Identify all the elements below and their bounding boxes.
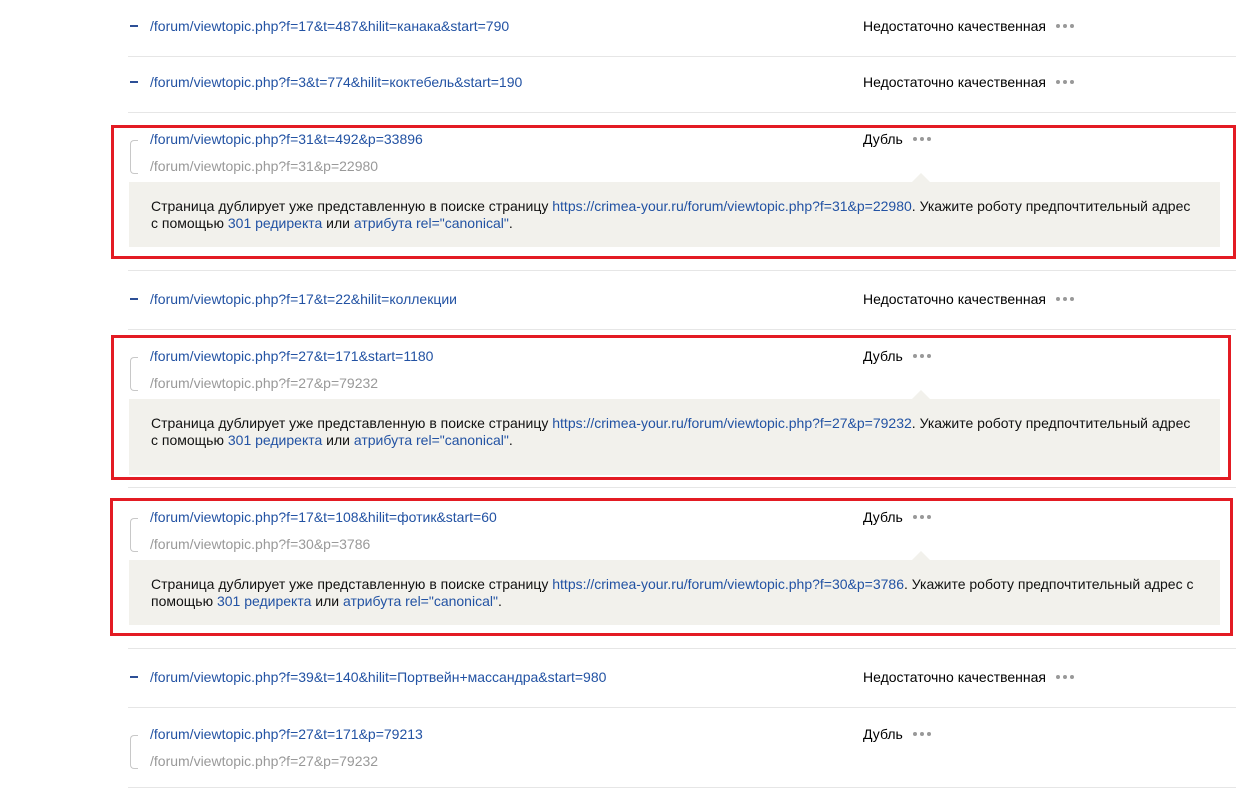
status-text: Недостаточно качественная (863, 291, 1047, 307)
hint-text: . (497, 593, 502, 609)
status-label: Дубль (863, 348, 931, 364)
hint-text: Страница дублирует уже представленную в … (151, 576, 553, 592)
canonical-help-link[interactable]: атрибута rel="canonical" (354, 215, 509, 231)
hint-text: . (508, 215, 513, 231)
minus-icon[interactable] (130, 81, 138, 83)
minus-icon[interactable] (130, 676, 138, 678)
status-text: Недостаточно качественная (863, 18, 1047, 34)
more-dots-icon[interactable] (1056, 21, 1075, 31)
duplicate-hint-box: Страница дублирует уже представленную в … (129, 173, 1220, 247)
duplicate-hint-box: Страница дублирует уже представленную в … (129, 551, 1220, 625)
page-url-link[interactable]: /forum/viewtopic.php?f=27&t=171&p=79213 (150, 726, 423, 742)
more-dots-icon[interactable] (912, 351, 931, 361)
bracket-icon (130, 735, 138, 769)
hint-caret (912, 173, 930, 182)
page-url-link[interactable]: /forum/viewtopic.php?f=17&t=108&hilit=фо… (150, 509, 497, 525)
redirect-help-link[interactable]: 301 редиректа (217, 593, 311, 609)
page-url-link[interactable]: /forum/viewtopic.php?f=17&t=22&hilit=кол… (150, 291, 457, 307)
status-text: Недостаточно качественная (863, 74, 1047, 90)
bracket-icon (130, 518, 138, 552)
more-dots-icon[interactable] (912, 512, 931, 522)
canonical-page-link[interactable]: https://crimea-your.ru/forum/viewtopic.p… (552, 198, 912, 214)
status-label: Дубль (863, 131, 931, 147)
hint-text: или (311, 593, 343, 609)
status-label: Недостаточно качественная (863, 74, 1075, 90)
original-url: /forum/viewtopic.php?f=27&p=79232 (150, 753, 379, 769)
more-dots-icon[interactable] (1056, 672, 1075, 682)
redirect-help-link[interactable]: 301 редиректа (228, 215, 322, 231)
duplicate-list-item: /forum/viewtopic.php?f=27&t=171&p=79213 … (128, 721, 1236, 788)
status-label: Недостаточно качественная (863, 291, 1075, 307)
hint-text: . (508, 432, 513, 448)
original-url: /forum/viewtopic.php?f=31&p=22980 (150, 158, 379, 174)
minus-icon[interactable] (130, 25, 138, 27)
hint-caret (912, 551, 930, 560)
bracket-icon (130, 357, 138, 391)
status-label: Недостаточно качественная (863, 18, 1075, 34)
canonical-page-link[interactable]: https://crimea-your.ru/forum/viewtopic.p… (552, 415, 912, 431)
canonical-help-link[interactable]: атрибута rel="canonical" (343, 593, 498, 609)
duplicate-list-item: /forum/viewtopic.php?f=17&t=108&hilit=фо… (128, 504, 1236, 649)
list-item: /forum/viewtopic.php?f=39&t=140&hilit=По… (128, 651, 1236, 708)
status-text: Дубль (863, 509, 903, 525)
page-url-link[interactable]: /forum/viewtopic.php?f=27&t=171&start=11… (150, 348, 433, 364)
more-dots-icon[interactable] (912, 729, 931, 739)
original-url: /forum/viewtopic.php?f=27&p=79232 (150, 375, 379, 391)
duplicate-hint-box: Страница дублирует уже представленную в … (129, 390, 1220, 475)
more-dots-icon[interactable] (1056, 77, 1075, 87)
status-label: Дубль (863, 509, 931, 525)
hint-caret (912, 390, 930, 399)
canonical-page-link[interactable]: https://crimea-your.ru/forum/viewtopic.p… (552, 576, 904, 592)
original-url: /forum/viewtopic.php?f=30&p=3786 (150, 536, 371, 552)
status-text: Дубль (863, 348, 903, 364)
minus-icon[interactable] (130, 298, 138, 300)
list-item: /forum/viewtopic.php?f=3&t=774&hilit=кок… (128, 56, 1236, 113)
redirect-help-link[interactable]: 301 редиректа (228, 432, 322, 448)
canonical-help-link[interactable]: атрибута rel="canonical" (354, 432, 509, 448)
list-item: /forum/viewtopic.php?f=17&t=487&hilit=ка… (128, 0, 1236, 57)
status-text: Дубль (863, 726, 903, 742)
page-url-link[interactable]: /forum/viewtopic.php?f=17&t=487&hilit=ка… (150, 18, 509, 34)
hint-text: или (322, 215, 354, 231)
status-label: Недостаточно качественная (863, 669, 1075, 685)
page-url-link[interactable]: /forum/viewtopic.php?f=39&t=140&hilit=По… (150, 669, 606, 685)
hint-text: или (322, 432, 354, 448)
page-url-link[interactable]: /forum/viewtopic.php?f=31&t=492&p=33896 (150, 131, 423, 147)
excluded-pages-list: /forum/viewtopic.php?f=17&t=487&hilit=ка… (0, 0, 1239, 800)
more-dots-icon[interactable] (1056, 294, 1075, 304)
more-dots-icon[interactable] (912, 134, 931, 144)
status-text: Недостаточно качественная (863, 669, 1047, 685)
hint-text: Страница дублирует уже представленную в … (151, 415, 553, 431)
duplicate-list-item: /forum/viewtopic.php?f=27&t=171&start=11… (128, 343, 1236, 488)
status-label: Дубль (863, 726, 931, 742)
status-text: Дубль (863, 131, 903, 147)
list-item: /forum/viewtopic.php?f=17&t=22&hilit=кол… (128, 273, 1236, 330)
duplicate-list-item: /forum/viewtopic.php?f=31&t=492&p=33896 … (128, 126, 1236, 271)
page-url-link[interactable]: /forum/viewtopic.php?f=3&t=774&hilit=кок… (150, 74, 522, 90)
bracket-icon (130, 140, 138, 174)
hint-text: Страница дублирует уже представленную в … (151, 198, 553, 214)
